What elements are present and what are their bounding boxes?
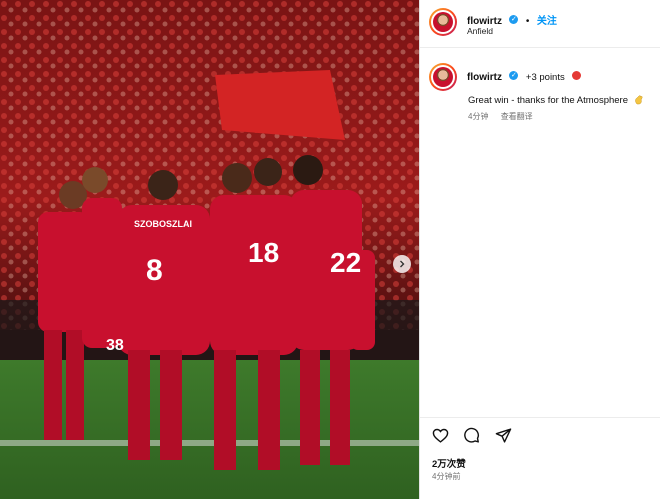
jersey-number-text: 22: [330, 247, 361, 278]
points-text: +3 points: [525, 72, 565, 83]
translate-link[interactable]: 查看翻译: [501, 112, 533, 121]
heart-icon: [432, 428, 449, 443]
jersey-number-text: 38: [106, 337, 124, 354]
comment-icon: [464, 427, 480, 443]
share-button[interactable]: [495, 427, 512, 449]
action-bar: [432, 427, 522, 445]
caption-time: 4分钟: [468, 112, 489, 121]
chevron-right-icon: [400, 260, 405, 268]
red-circle-icon: [572, 71, 582, 81]
jersey-number-text: 18: [248, 237, 279, 268]
caption-text: Great win - thanks for the Atmosphere: [468, 95, 628, 106]
avatar[interactable]: [429, 8, 457, 36]
post-caption: Great win - thanks for the Atmosphere: [468, 95, 644, 106]
verified-badge-icon: ✓: [509, 15, 519, 25]
jersey-number-text: 8: [146, 254, 163, 287]
header-divider: [420, 47, 660, 48]
jersey-name-text: SZOBOSZLAI: [134, 219, 192, 229]
post-header: flowirtz ✓ • 关注 Anfield: [429, 8, 654, 38]
verified-badge-icon: ✓: [509, 71, 519, 81]
post-sidebar: flowirtz ✓ • 关注 Anfield flowirtz ✓ +3 po…: [419, 0, 660, 499]
comment-button[interactable]: [463, 427, 480, 449]
follow-button[interactable]: 关注: [537, 16, 557, 27]
team-huddle-image: SZOBOSZLAI 8 18 22 38: [0, 0, 419, 499]
carousel-next-button[interactable]: [393, 255, 411, 273]
share-icon: [495, 428, 512, 443]
likes-count[interactable]: 2万次赞: [432, 456, 466, 470]
clapping-hand-icon: [634, 95, 643, 105]
like-button[interactable]: [432, 427, 449, 449]
username-link[interactable]: flowirtz: [467, 72, 502, 83]
location-link[interactable]: Anfield: [467, 26, 493, 36]
actions-divider: [420, 417, 660, 418]
avatar[interactable]: [429, 63, 457, 91]
post-time: 4分钟前: [432, 472, 461, 481]
post-photo[interactable]: SZOBOSZLAI 8 18 22 38: [0, 0, 419, 499]
caption-meta: 4分钟 查看翻译: [468, 111, 543, 122]
separator: •: [525, 16, 530, 27]
